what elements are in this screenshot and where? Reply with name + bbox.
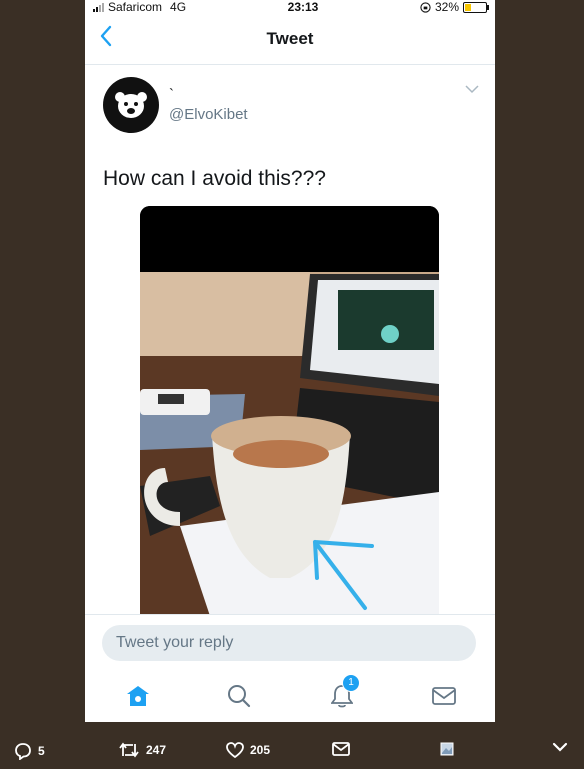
reply-action[interactable]: 5 xyxy=(14,742,45,760)
reply-count: 5 xyxy=(38,744,45,758)
avatar[interactable] xyxy=(103,77,159,133)
network-label: 4G xyxy=(170,0,187,14)
battery-icon xyxy=(463,1,489,13)
tweet-actions-bar: 5 247 205 xyxy=(0,734,584,769)
status-bar: Safaricom 4G 23:13 32% xyxy=(85,0,495,14)
tweet-photo[interactable] xyxy=(140,206,439,616)
more-action[interactable] xyxy=(552,742,568,752)
chevron-left-icon xyxy=(100,25,112,47)
tab-home[interactable] xyxy=(123,681,153,711)
tab-notifications[interactable]: 1 xyxy=(327,674,360,711)
user-handle[interactable]: @ElvoKibet xyxy=(169,106,248,123)
clock: 23:13 xyxy=(287,0,319,14)
reply-area: Tweet your reply 1 xyxy=(85,614,495,722)
tweet-author: ` @ElvoKibet xyxy=(85,65,495,133)
dm-action[interactable] xyxy=(332,742,350,756)
carrier-label: Safaricom xyxy=(108,0,163,14)
retweet-count: 247 xyxy=(146,743,167,757)
display-name[interactable]: ` xyxy=(169,87,248,106)
image-icon xyxy=(440,742,454,756)
chevron-down-icon xyxy=(552,742,568,752)
tab-bar: 1 xyxy=(85,674,495,711)
heart-icon xyxy=(226,742,244,758)
photo-illustration xyxy=(140,206,439,616)
page-title: Tweet xyxy=(266,29,314,48)
notification-badge: 1 xyxy=(342,674,360,692)
mail-icon xyxy=(432,687,456,705)
reply-icon xyxy=(15,743,31,760)
signal-icon xyxy=(93,2,104,12)
chevron-down-icon[interactable] xyxy=(465,85,479,94)
retweet-action[interactable]: 247 xyxy=(118,742,166,758)
like-action[interactable]: 205 xyxy=(226,742,270,758)
bear-icon xyxy=(115,92,147,118)
battery-percent: 32% xyxy=(434,0,459,14)
tab-search[interactable] xyxy=(224,681,254,711)
orientation-lock-icon xyxy=(420,1,431,13)
home-icon xyxy=(127,686,149,706)
search-icon xyxy=(228,685,251,708)
phone-screen: Safaricom 4G 23:13 32% Tweet ` @ElvoKibe… xyxy=(85,0,495,722)
reply-input[interactable]: Tweet your reply xyxy=(102,625,476,661)
nav-bar: Tweet xyxy=(85,14,495,65)
mail-icon xyxy=(332,742,350,756)
retweet-icon xyxy=(119,742,139,758)
tab-messages[interactable] xyxy=(429,681,459,711)
media-action[interactable] xyxy=(440,742,454,756)
tweet-text: How can I avoid this??? xyxy=(103,167,326,190)
back-button[interactable] xyxy=(99,24,113,55)
like-count: 205 xyxy=(250,743,271,757)
